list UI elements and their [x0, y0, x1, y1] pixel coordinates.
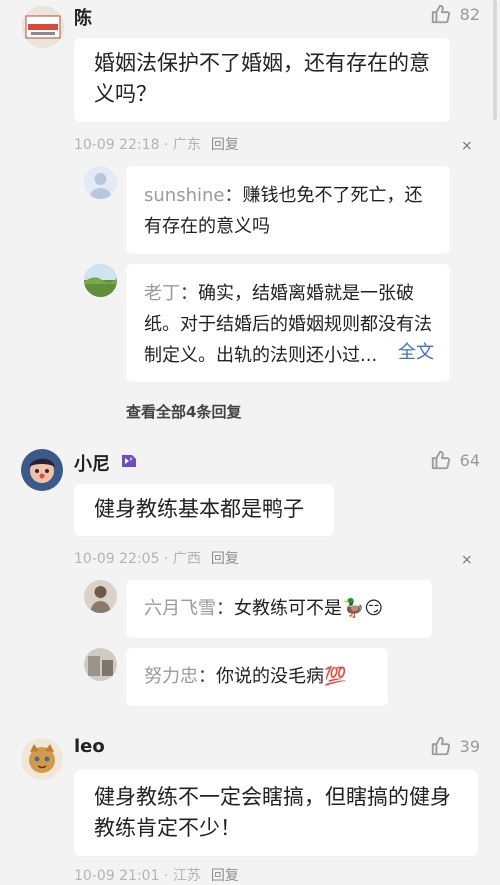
reply-bubble[interactable]: 努力忠：你说的没毛病💯: [126, 648, 388, 706]
reply-username[interactable]: 努力忠: [144, 666, 198, 687]
reply-avatar[interactable]: [84, 264, 117, 297]
scrollbar[interactable]: [493, 0, 497, 120]
like-count: 64: [459, 450, 480, 470]
reply-username[interactable]: sunshine: [144, 185, 224, 206]
avatar[interactable]: [22, 6, 64, 48]
comment-text: 健身教练基本都是鸭子: [94, 497, 304, 521]
reply-username[interactable]: 老丁: [144, 283, 180, 304]
reply-avatar[interactable]: [84, 580, 117, 613]
expand-full-text-link[interactable]: 全文: [398, 337, 434, 368]
comment-time: 10-09 22:18: [74, 137, 160, 153]
reply-separator: ：: [224, 185, 243, 206]
reply-text: 你说的没毛病💯: [216, 666, 347, 687]
comment-location: 江苏: [172, 868, 201, 884]
reply-separator: ：: [180, 283, 198, 304]
close-button[interactable]: ×: [461, 552, 473, 568]
member-badge-icon: [119, 451, 139, 471]
reply-button[interactable]: 回复: [211, 551, 239, 567]
like-button[interactable]: 64: [430, 449, 480, 471]
reply-text: 女教练可不是🦆😏: [234, 598, 384, 619]
reply-button[interactable]: 回复: [211, 868, 239, 884]
like-button[interactable]: 82: [430, 3, 480, 25]
comment-time: 10-09 22:05: [74, 551, 160, 567]
view-all-replies-link[interactable]: 查看全部4条回复: [126, 401, 241, 422]
username[interactable]: 小尼: [74, 450, 110, 476]
reply-bubble[interactable]: 六月飞雪：女教练可不是🦆😏: [126, 580, 432, 638]
reply-separator: ：: [216, 598, 234, 619]
comment-text: 婚姻法保护不了婚姻，还有存在的意义吗？: [94, 51, 430, 106]
reply-bubble[interactable]: 老丁：确实，结婚离婚就是一张破纸。对于结婚后的婚姻规则都没有法制定义。出轨的法则…: [126, 264, 450, 382]
reply-button[interactable]: 回复: [211, 137, 239, 153]
comment-meta: 10-09 21:01 · 江苏 回复: [74, 868, 239, 884]
comment-bubble[interactable]: 婚姻法保护不了婚姻，还有存在的意义吗？: [74, 38, 450, 122]
username[interactable]: leo: [74, 736, 105, 757]
avatar[interactable]: [21, 449, 63, 491]
reply-separator: ：: [198, 666, 216, 687]
like-count: 39: [459, 736, 480, 756]
username[interactable]: 陈: [74, 4, 92, 30]
comment-meta: 10-09 22:05 · 广西 回复: [74, 551, 239, 567]
comment-bubble[interactable]: 健身教练基本都是鸭子: [74, 484, 334, 536]
like-count: 82: [459, 4, 480, 24]
comment-meta: 10-09 22:18 · 广东 回复: [74, 137, 239, 153]
comment-time: 10-09 21:01: [74, 868, 160, 884]
comment-location: 广西: [172, 551, 201, 567]
avatar[interactable]: [21, 738, 63, 780]
close-button[interactable]: ×: [461, 138, 473, 154]
like-button[interactable]: 39: [430, 735, 480, 757]
reply-avatar[interactable]: [84, 648, 117, 681]
thumbs-up-icon: [431, 4, 450, 24]
comment-location: 广东: [172, 137, 201, 153]
reply-bubble[interactable]: sunshine：赚钱也免不了死亡，还有存在的意义吗: [126, 166, 450, 254]
comment-text: 健身教练不一定会瞎搞，但瞎搞的健身教练肯定不少！: [94, 785, 451, 840]
reply-avatar[interactable]: [84, 166, 117, 199]
comment-bubble[interactable]: 健身教练不一定会瞎搞，但瞎搞的健身教练肯定不少！: [74, 770, 478, 856]
thumbs-up-icon: [431, 450, 450, 470]
reply-username[interactable]: 六月飞雪: [144, 598, 216, 619]
thumbs-up-icon: [431, 736, 450, 756]
